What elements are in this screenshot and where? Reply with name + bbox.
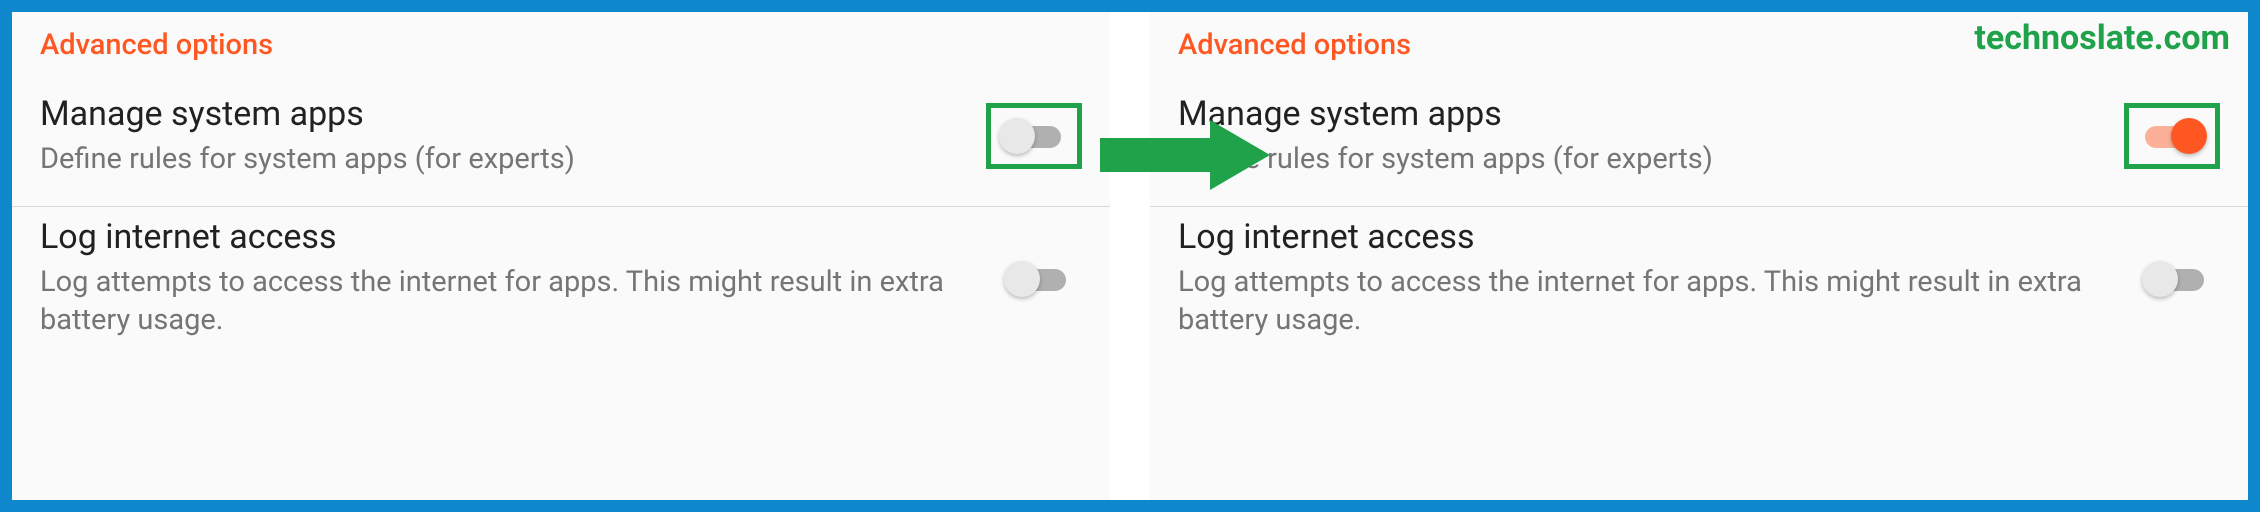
toggle-log-internet-access[interactable] (1004, 257, 1074, 301)
setting-subtitle: Log attempts to access the internet for … (40, 264, 976, 339)
toggle-manage-system-apps[interactable] (999, 114, 1069, 158)
setting-text: Log internet access Log attempts to acce… (40, 217, 996, 339)
setting-subtitle: Log attempts to access the internet for … (1178, 264, 2114, 339)
setting-row-log-internet-access[interactable]: Log internet access Log attempts to acce… (1150, 207, 2248, 367)
toggle-highlight-box (986, 103, 1082, 169)
arrow-icon (1100, 120, 1270, 190)
toggle-thumb (1004, 261, 1040, 297)
panel-gap (1110, 12, 1150, 500)
setting-subtitle: Define rules for system apps (for expert… (1178, 141, 2104, 179)
setting-title: Log internet access (1178, 217, 2114, 258)
setting-row-manage-system-apps[interactable]: Manage system apps Define rules for syst… (1150, 84, 2248, 207)
setting-row-log-internet-access[interactable]: Log internet access Log attempts to acce… (12, 207, 1110, 367)
toggle-wrap (2134, 249, 2220, 309)
setting-title: Log internet access (40, 217, 976, 258)
setting-row-manage-system-apps[interactable]: Manage system apps Define rules for syst… (12, 84, 1110, 207)
comparison-frame: Advanced options Manage system apps Defi… (0, 0, 2260, 512)
panel-right: Advanced options Manage system apps Defi… (1150, 12, 2248, 500)
section-header: Advanced options (12, 12, 1110, 84)
setting-text: Manage system apps Define rules for syst… (1178, 94, 2124, 178)
setting-title: Manage system apps (40, 94, 966, 135)
setting-text: Manage system apps Define rules for syst… (40, 94, 986, 178)
watermark: technoslate.com (1974, 18, 2230, 58)
setting-subtitle: Define rules for system apps (for expert… (40, 141, 966, 179)
toggle-thumb (2142, 261, 2178, 297)
toggle-thumb (999, 118, 1035, 154)
toggle-highlight-box (2124, 103, 2220, 169)
toggle-thumb (2171, 118, 2207, 154)
panel-left: Advanced options Manage system apps Defi… (12, 12, 1110, 500)
toggle-log-internet-access[interactable] (2142, 257, 2212, 301)
toggle-wrap (996, 249, 1082, 309)
toggle-manage-system-apps[interactable] (2137, 114, 2207, 158)
setting-title: Manage system apps (1178, 94, 2104, 135)
setting-text: Log internet access Log attempts to acce… (1178, 217, 2134, 339)
